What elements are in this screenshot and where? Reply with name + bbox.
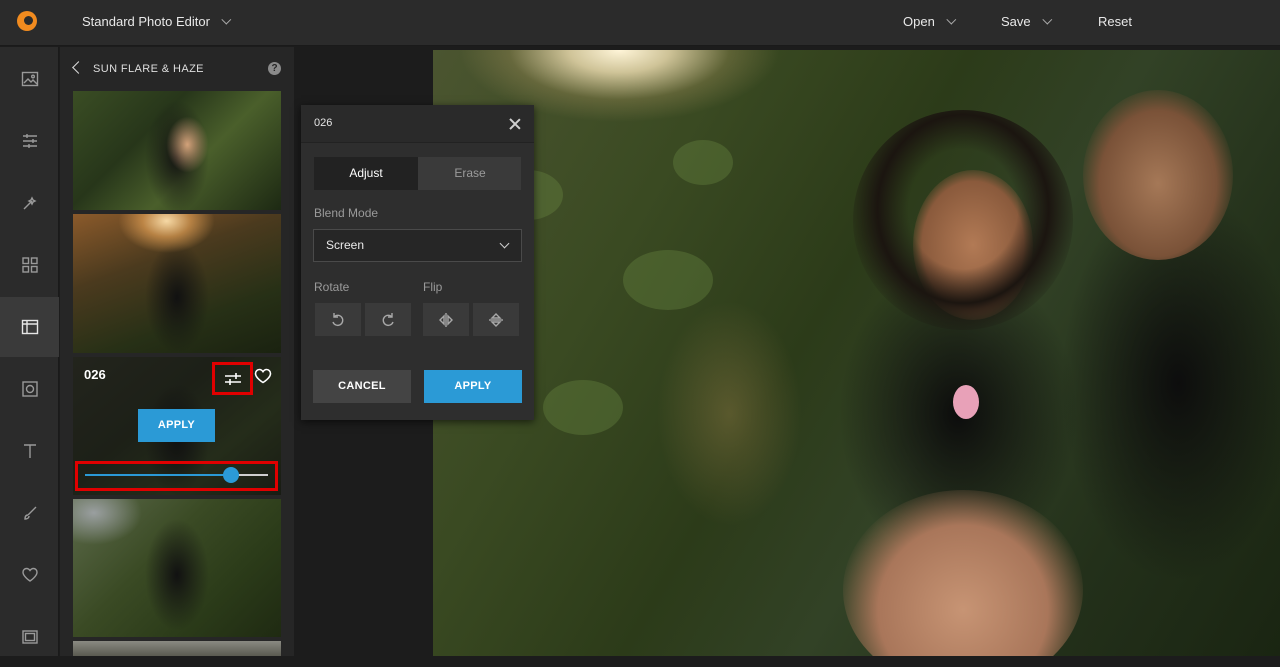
rail-magic[interactable] (0, 173, 59, 233)
effect-adjust-dialog: 026 Adjust Erase Blend Mode Screen Rotat… (301, 105, 534, 420)
flip-horizontal-icon (439, 312, 453, 327)
frame-icon (21, 381, 38, 397)
blend-mode-select[interactable]: Screen (313, 229, 522, 262)
thumbnail-apply-button[interactable]: APPLY (138, 409, 215, 442)
top-bar: Standard Photo Editor Open Save Reset (0, 0, 1280, 46)
rail-border[interactable] (0, 607, 59, 667)
apply-button[interactable]: APPLY (424, 370, 522, 403)
cancel-button[interactable]: CANCEL (313, 370, 411, 403)
rotate-left-icon (332, 312, 344, 326)
rail-favorites[interactable] (0, 545, 59, 605)
tab-adjust[interactable]: Adjust (314, 157, 418, 190)
foliage (673, 140, 733, 185)
rotate-right-icon (382, 312, 394, 326)
grid-icon (21, 257, 38, 273)
rotate-label: Rotate (314, 280, 350, 294)
rail-frame[interactable] (0, 359, 59, 419)
woman-hair (853, 110, 1073, 330)
effect-thumbnail[interactable] (73, 641, 281, 656)
save-menu[interactable]: Save (1001, 14, 1052, 29)
chevron-down-icon (499, 238, 510, 249)
tab-erase[interactable]: Erase (418, 157, 522, 190)
foliage (543, 380, 623, 435)
save-label: Save (1001, 14, 1031, 29)
open-label: Open (903, 14, 935, 29)
close-icon[interactable] (508, 117, 522, 131)
chevron-down-icon (946, 14, 957, 25)
effects-panel: SUN FLARE & HAZE ? 026 APPLY (60, 47, 294, 656)
favorite-heart-icon[interactable] (254, 368, 272, 384)
effects-panel-icon (21, 319, 38, 335)
slider-fill (85, 474, 232, 476)
tool-rail (0, 47, 59, 656)
rail-image[interactable] (0, 49, 59, 109)
sliders-icon (224, 372, 241, 385)
blend-mode-label: Blend Mode (314, 206, 379, 220)
app-title: Standard Photo Editor (82, 14, 210, 29)
help-icon[interactable]: ? (268, 62, 281, 75)
foliage (623, 250, 713, 310)
rotate-right-button[interactable] (365, 303, 411, 336)
back-icon[interactable] (72, 61, 85, 74)
image-icon (21, 71, 38, 87)
flip-vertical-icon (489, 312, 503, 327)
rail-effects[interactable] (0, 297, 59, 357)
effect-thumbnail[interactable] (73, 91, 281, 210)
chevron-down-icon (221, 14, 232, 25)
effect-thumbnail-selected[interactable]: 026 APPLY (73, 357, 281, 495)
open-menu[interactable]: Open (903, 14, 957, 29)
flip-label: Flip (423, 280, 443, 294)
text-icon (23, 444, 36, 458)
photo-canvas[interactable] (433, 50, 1280, 656)
app-title-menu[interactable]: Standard Photo Editor (82, 14, 232, 29)
adjust-sliders-icon (22, 134, 37, 148)
blend-mode-value: Screen (326, 238, 365, 252)
belly (843, 490, 1083, 656)
effect-number: 026 (84, 367, 106, 382)
reset-button[interactable]: Reset (1098, 14, 1132, 29)
app-logo-icon[interactable] (17, 11, 37, 31)
brush-icon (23, 506, 36, 520)
effect-thumbnail[interactable] (73, 214, 281, 353)
pendant (953, 385, 979, 419)
intensity-slider[interactable] (75, 461, 278, 491)
chevron-down-icon (1042, 14, 1052, 25)
slider-knob[interactable] (223, 467, 240, 483)
dialog-tabs: Adjust Erase (314, 157, 521, 190)
rail-grid[interactable] (0, 235, 59, 295)
effect-thumbnail[interactable] (73, 499, 281, 637)
flip-vertical-button[interactable] (473, 303, 519, 336)
dialog-header: 026 (301, 105, 534, 143)
heart-icon (21, 567, 38, 582)
magic-wand-icon (23, 196, 37, 210)
adjust-settings-button[interactable] (212, 362, 253, 395)
rail-text[interactable] (0, 421, 59, 481)
border-icon (21, 630, 38, 644)
rotate-left-button[interactable] (315, 303, 361, 336)
panel-header: SUN FLARE & HAZE ? (60, 47, 294, 89)
panel-title: SUN FLARE & HAZE (93, 63, 204, 75)
flip-horizontal-button[interactable] (423, 303, 469, 336)
rail-adjust[interactable] (0, 111, 59, 171)
rail-brush[interactable] (0, 483, 59, 543)
man-face (1083, 90, 1233, 260)
slider-track[interactable] (85, 467, 268, 483)
dialog-title: 026 (314, 117, 333, 129)
